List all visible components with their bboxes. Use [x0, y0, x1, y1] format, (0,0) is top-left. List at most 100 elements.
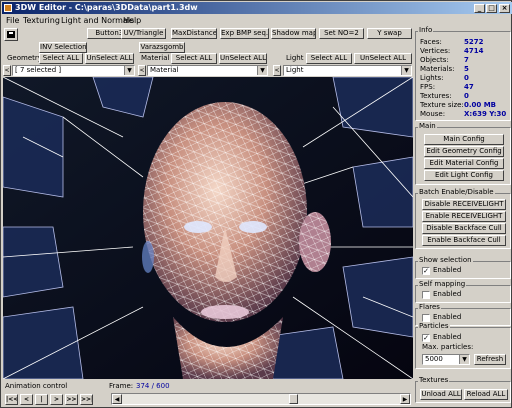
edit-light-config-button[interactable]: Edit Light Config: [424, 170, 504, 181]
stop-button[interactable]: |: [35, 394, 48, 405]
close-button[interactable]: ×: [499, 4, 510, 13]
info-materials-value: 5: [464, 65, 469, 73]
reload-all-button[interactable]: Reload ALL: [464, 389, 508, 400]
geometry-label: Geometry: [7, 54, 42, 62]
info-objects-value: 7: [464, 56, 469, 64]
maximize-button[interactable]: □: [486, 4, 497, 13]
particles-group: Particles ✓ Enabled Max. particles: 5000…: [415, 322, 511, 369]
floppy-disk-icon: [7, 31, 15, 38]
light-prev-button[interactable]: <: [273, 65, 281, 76]
info-group: Info Faces: 5272 Vertices: 4714 Objects:…: [415, 26, 511, 121]
material-select-all-button[interactable]: Select ALL: [171, 53, 217, 64]
info-vertices-label: Vertices:: [420, 47, 451, 55]
first-frame-button[interactable]: |<<: [5, 394, 18, 405]
info-objects-label: Objects:: [420, 56, 449, 64]
slider-right-arrow-icon[interactable]: ▶: [400, 394, 410, 404]
right-panel: Info Faces: 5272 Vertices: 4714 Objects:…: [415, 26, 511, 407]
info-lights-value: 0: [464, 74, 469, 82]
fast-forward-button[interactable]: >>: [65, 394, 78, 405]
info-lights-label: Lights:: [420, 74, 444, 82]
light-select[interactable]: Light ▼: [283, 65, 412, 76]
unload-all-button[interactable]: Unload ALL: [420, 389, 462, 400]
slider-left-arrow-icon[interactable]: ◀: [112, 394, 122, 404]
info-fps-label: FPS:: [420, 83, 436, 91]
material-prev-button[interactable]: <: [138, 65, 146, 76]
save-button[interactable]: [4, 28, 18, 41]
enable-receivelight-button[interactable]: Enable RECEIVELIGHT: [422, 211, 506, 222]
slider-thumb[interactable]: [289, 394, 298, 404]
show-selection-checkbox[interactable]: ✓: [422, 267, 430, 275]
light-select-all-button[interactable]: Select ALL: [306, 53, 352, 64]
flares-enabled-label: Enabled: [433, 313, 462, 321]
uv-triangle-button[interactable]: UV/Triangle: [121, 28, 166, 39]
info-materials-label: Materials:: [420, 65, 455, 73]
show-selection-group: Show selection ✓ Enabled: [415, 256, 511, 279]
menu-file[interactable]: File: [6, 15, 19, 26]
shadow-map-button[interactable]: Shadow map: [271, 28, 316, 39]
geometry-select-all-button[interactable]: Select ALL: [39, 53, 83, 64]
enable-backface-cull-button[interactable]: Enable Backface Cull: [422, 235, 506, 246]
material-label: Material: [141, 54, 170, 62]
self-mapping-enabled-label: Enabled: [433, 290, 462, 298]
info-texture-size-label: Texture size:: [420, 101, 464, 109]
3d-viewport[interactable]: [3, 77, 413, 379]
last-frame-button[interactable]: >>|: [80, 394, 93, 405]
next-frame-button[interactable]: >: [50, 394, 63, 405]
self-mapping-title: Self mapping: [418, 280, 467, 289]
animation-control-label: Animation control: [5, 382, 68, 390]
animation-control-bar: Animation control Frame: 374 / 600 |<< <…: [3, 381, 413, 407]
info-texture-size-value: 0.00 MB: [464, 101, 497, 109]
max-distance-button[interactable]: MaxDistance: [171, 28, 217, 39]
light-unselect-all-button[interactable]: UnSelect ALL: [354, 53, 412, 64]
chevron-down-icon: ▼: [401, 66, 411, 75]
inv-selection-button[interactable]: INV Selection: [39, 42, 87, 53]
export-bmp-seq-button[interactable]: Exp BMP seq.: [220, 28, 269, 39]
info-textures-value: 0: [464, 92, 469, 100]
prev-frame-button[interactable]: <: [20, 394, 33, 405]
minimize-button[interactable]: _: [474, 4, 485, 13]
app-window: 3DW Editor - C:\paras\3DData\part1.3dw _…: [0, 0, 512, 408]
frame-value: 374 / 600: [136, 382, 170, 390]
material-select[interactable]: Material ▼: [147, 65, 268, 76]
edit-material-config-button[interactable]: Edit Material Config: [424, 158, 504, 169]
main-group: Main Main Config Edit Geometry Config Ed…: [415, 122, 511, 185]
light-select-value: Light: [286, 66, 304, 74]
geometry-select-value: [ 7 selected ]: [15, 66, 62, 74]
menu-help[interactable]: Help: [123, 15, 141, 26]
refresh-button[interactable]: Refresh: [474, 354, 506, 365]
info-faces-value: 5272: [464, 38, 484, 46]
material-select-value: Material: [150, 66, 179, 74]
geometry-unselect-all-button[interactable]: UnSelect ALL: [85, 53, 134, 64]
geometry-select[interactable]: [ 7 selected ] ▼: [12, 65, 135, 76]
app-icon: [4, 4, 12, 12]
disable-receivelight-button[interactable]: Disable RECEIVELIGHT: [422, 199, 506, 210]
main-config-button[interactable]: Main Config: [424, 134, 504, 145]
chevron-down-icon: ▼: [257, 66, 267, 75]
edit-geometry-config-button[interactable]: Edit Geometry Config: [424, 146, 504, 157]
max-particles-select[interactable]: 5000 ▼: [422, 354, 470, 365]
wireframe-head-render: [3, 77, 413, 379]
self-mapping-checkbox[interactable]: [422, 291, 430, 299]
window-title: 3DW Editor - C:\paras\3DData\part1.3dw: [15, 3, 198, 12]
y-swap-button[interactable]: Y swap: [367, 28, 412, 39]
flares-checkbox[interactable]: [422, 314, 430, 322]
varazsgomb-button[interactable]: Varazsgomb: [139, 42, 185, 53]
set-no2-button[interactable]: Set NO=2: [319, 28, 364, 39]
chevron-down-icon: ▼: [124, 66, 134, 75]
menu-texturing[interactable]: Texturing: [23, 15, 60, 26]
disable-backface-cull-button[interactable]: Disable Backface Cull: [422, 223, 506, 234]
particles-enabled-label: Enabled: [433, 333, 462, 341]
info-fps-value: 47: [464, 83, 474, 91]
frame-slider[interactable]: ◀ ▶: [111, 393, 411, 405]
title-bar[interactable]: 3DW Editor - C:\paras\3DData\part1.3dw _…: [2, 2, 512, 14]
batch-group-title: Batch Enable/Disable: [418, 188, 495, 197]
geometry-prev-button[interactable]: <: [3, 65, 11, 76]
light-label: Light: [286, 54, 304, 62]
material-unselect-all-button[interactable]: UnSelect ALL: [219, 53, 267, 64]
info-textures-label: Textures:: [420, 92, 452, 100]
particles-checkbox[interactable]: ✓: [422, 334, 430, 342]
chevron-down-icon: ▼: [459, 355, 469, 364]
flares-title: Flares: [418, 303, 441, 312]
textures-title: Textures: [418, 376, 450, 385]
show-selection-enabled-label: Enabled: [433, 266, 462, 274]
